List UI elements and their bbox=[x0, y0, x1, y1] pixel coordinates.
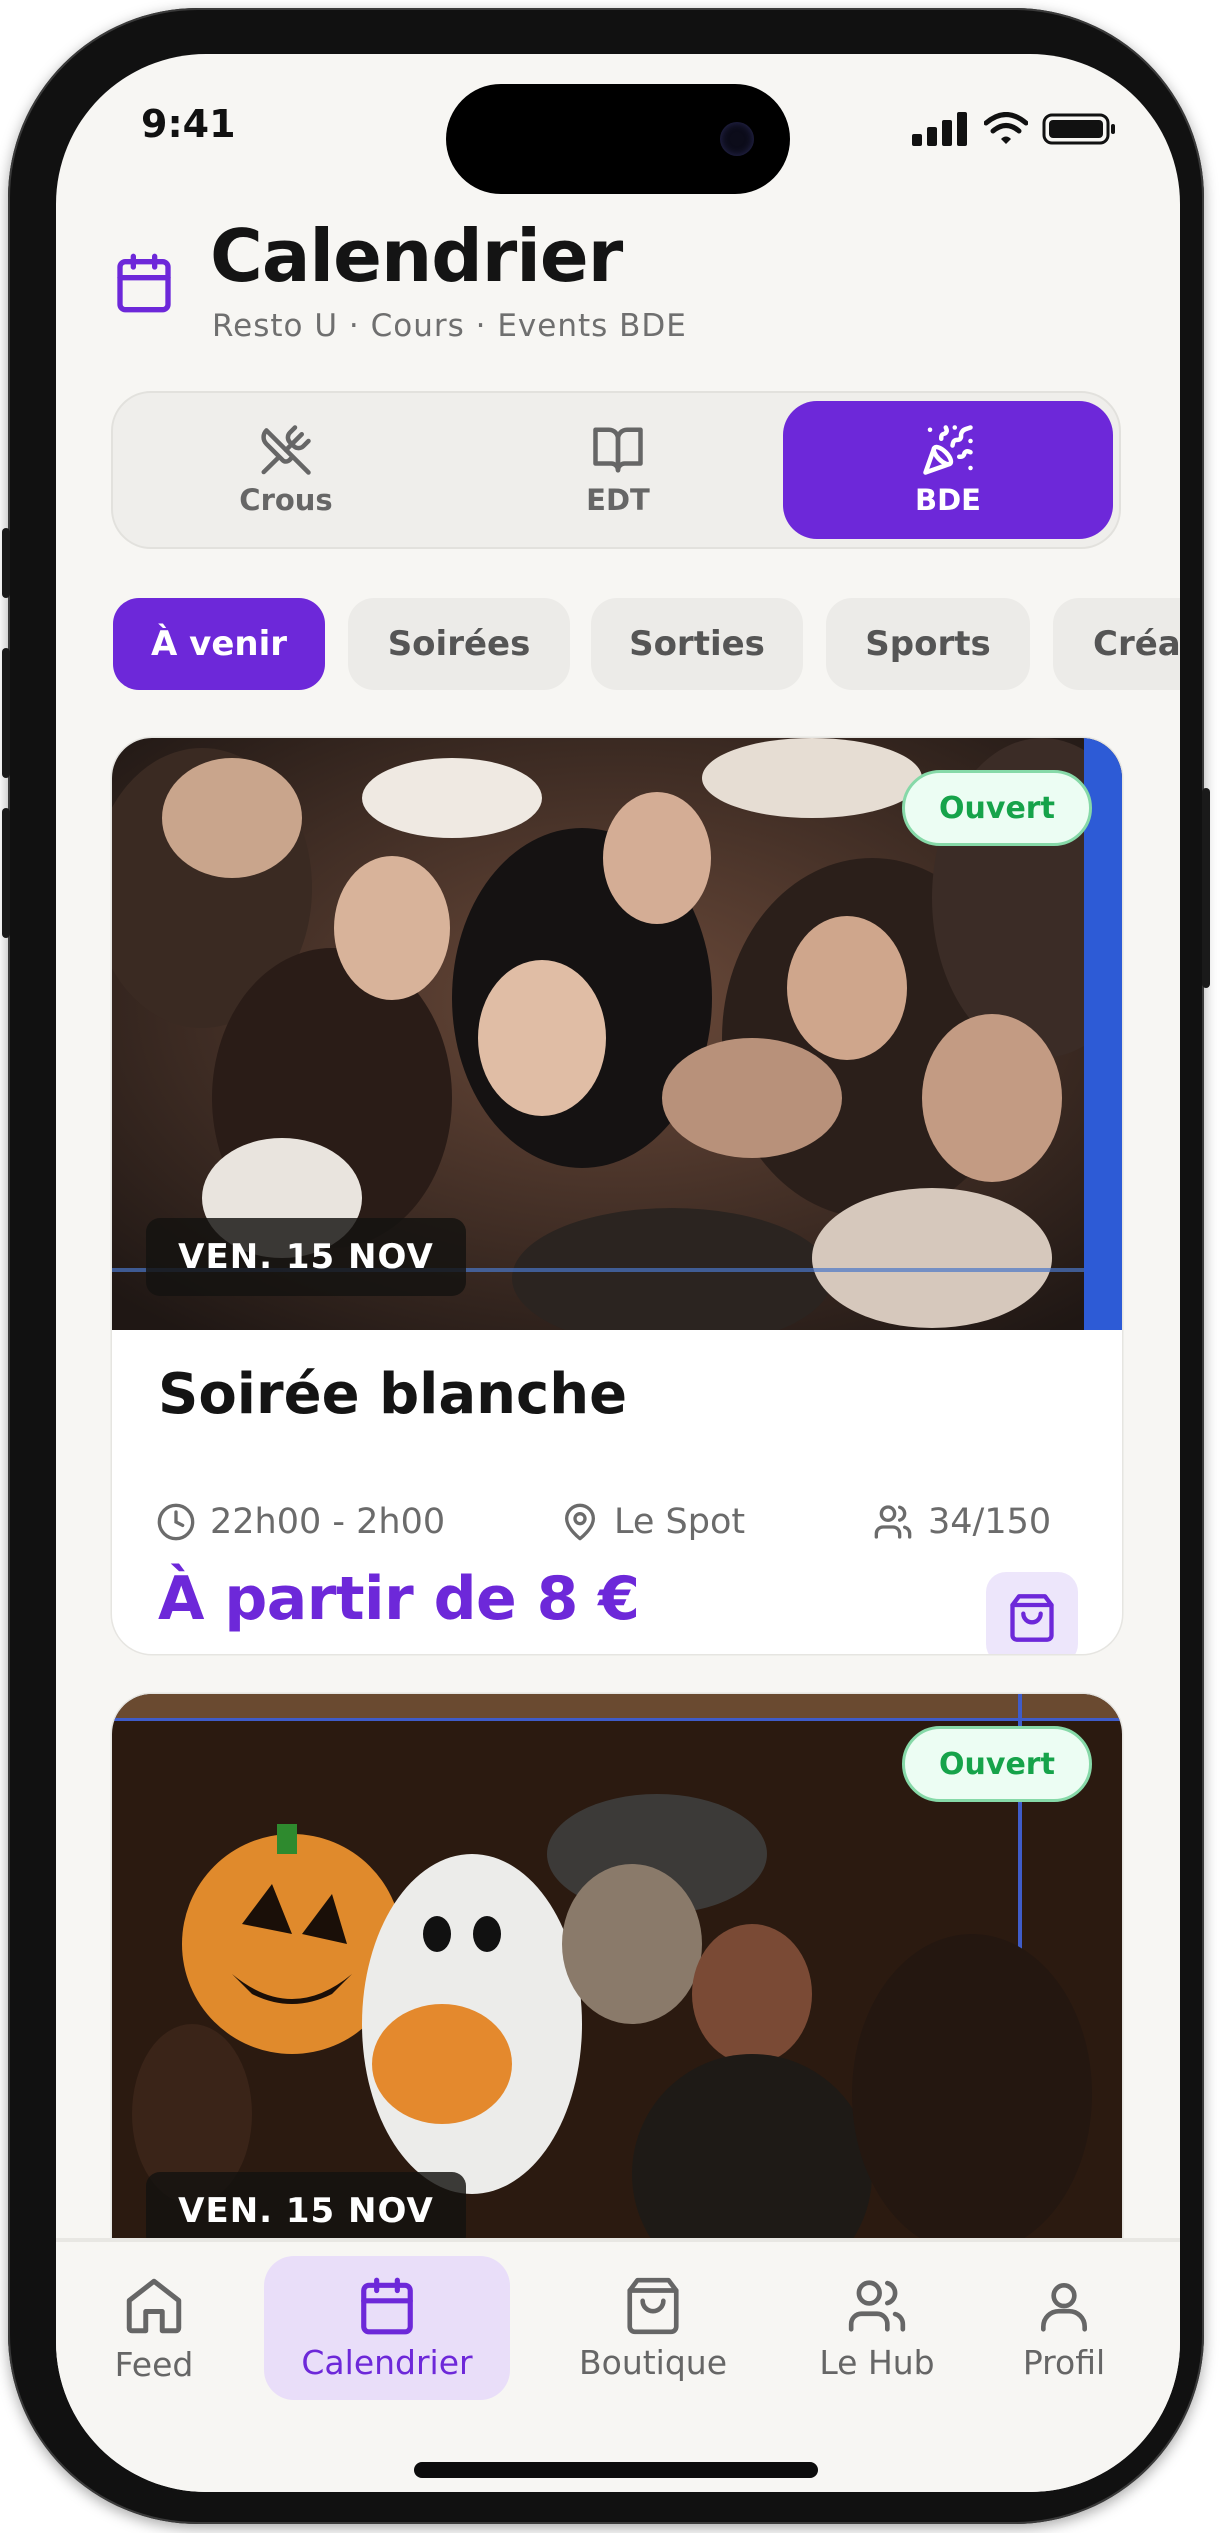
filter-chips: À venir Soirées Sorties Sports Créa bbox=[113, 598, 1180, 690]
section-switcher: Crous EDT BDE bbox=[111, 391, 1121, 549]
user-icon bbox=[1041, 2282, 1087, 2332]
event-attendance-text: 34/150 bbox=[928, 1502, 1052, 1542]
calendar-icon bbox=[117, 253, 171, 313]
event-photo: Ouvert VEN. 15 NOV bbox=[112, 738, 1122, 1330]
page-subtitle: Resto U · Cours · Events BDE bbox=[212, 308, 687, 344]
segment-label: EDT bbox=[586, 483, 650, 517]
event-title: Soirée blanche bbox=[158, 1362, 628, 1427]
event-time: 22h00 - 2h00 bbox=[156, 1502, 445, 1542]
page-title: Calendrier bbox=[210, 214, 623, 298]
home-indicator[interactable] bbox=[414, 2462, 818, 2478]
event-location: Le Spot bbox=[560, 1502, 745, 1542]
tab-feed[interactable]: Feed bbox=[78, 2256, 230, 2400]
phone-frame: 9:41 Calendrier Resto U · Cours · Events… bbox=[2, 8, 1210, 2524]
clock-icon bbox=[157, 1503, 195, 1541]
tab-calendrier[interactable]: Calendrier bbox=[264, 2256, 510, 2400]
chip-crea[interactable]: Créa bbox=[1053, 598, 1180, 690]
tab-boutique[interactable]: Boutique bbox=[542, 2256, 764, 2400]
tab-label: Calendrier bbox=[301, 2342, 473, 2382]
app-screen: 9:41 Calendrier Resto U · Cours · Events… bbox=[56, 54, 1180, 2492]
shopping-bag-icon bbox=[627, 2277, 679, 2334]
event-card[interactable]: Ouvert VEN. 15 NOV Soirée blanche 22h00 … bbox=[112, 738, 1122, 1654]
calendar-icon bbox=[361, 2277, 413, 2334]
tab-label: Boutique bbox=[578, 2342, 728, 2382]
shopping-bag-icon bbox=[1010, 1594, 1054, 1642]
bottom-tab-bar: Feed Calendrier Boutique Le Hub Profil bbox=[56, 2238, 1180, 2492]
utensils-crossed-icon bbox=[261, 425, 311, 475]
segment-label: Crous bbox=[239, 483, 333, 517]
volume-down-button bbox=[2, 808, 10, 938]
dynamic-island bbox=[446, 84, 790, 194]
wifi-icon bbox=[984, 112, 1028, 144]
event-time-text: 22h00 - 2h00 bbox=[210, 1502, 446, 1542]
event-date: VEN. 15 NOV bbox=[146, 1218, 466, 1296]
home-icon bbox=[126, 2278, 182, 2333]
power-button bbox=[1202, 788, 1210, 988]
chip-sports[interactable]: Sports bbox=[826, 598, 1030, 690]
party-popper-icon bbox=[923, 425, 973, 475]
buy-ticket-button[interactable] bbox=[986, 1572, 1078, 1654]
tab-label: Profil bbox=[1022, 2342, 1106, 2382]
book-open-icon bbox=[593, 427, 643, 473]
signal-icon bbox=[912, 112, 967, 146]
status-badge: Ouvert bbox=[902, 770, 1092, 846]
chip-a-venir[interactable]: À venir bbox=[113, 598, 325, 690]
volume-up-button bbox=[2, 648, 10, 778]
tab-label: Feed bbox=[114, 2344, 194, 2384]
status-icons bbox=[912, 112, 1116, 146]
status-time: 9:41 bbox=[141, 102, 236, 146]
segment-crous[interactable]: Crous bbox=[121, 401, 451, 539]
mute-switch bbox=[2, 528, 10, 598]
tab-profil[interactable]: Profil bbox=[984, 2256, 1144, 2400]
chip-sorties[interactable]: Sorties bbox=[591, 598, 803, 690]
tab-le-hub[interactable]: Le Hub bbox=[791, 2256, 963, 2400]
tab-label: Le Hub bbox=[819, 2342, 935, 2382]
chip-soirees[interactable]: Soirées bbox=[348, 598, 570, 690]
battery-icon bbox=[1042, 113, 1115, 145]
event-attendance: 34/150 bbox=[872, 1502, 1051, 1542]
users-icon bbox=[874, 1505, 912, 1539]
segment-bde[interactable]: BDE bbox=[783, 401, 1113, 539]
users-icon bbox=[848, 2279, 906, 2332]
event-location-text: Le Spot bbox=[614, 1502, 746, 1542]
segment-edt[interactable]: EDT bbox=[453, 401, 783, 539]
event-price: À partir de 8 € bbox=[158, 1564, 640, 1634]
status-badge: Ouvert bbox=[902, 1726, 1092, 1802]
segment-label: BDE bbox=[915, 483, 981, 517]
map-pin-icon bbox=[565, 1503, 595, 1541]
